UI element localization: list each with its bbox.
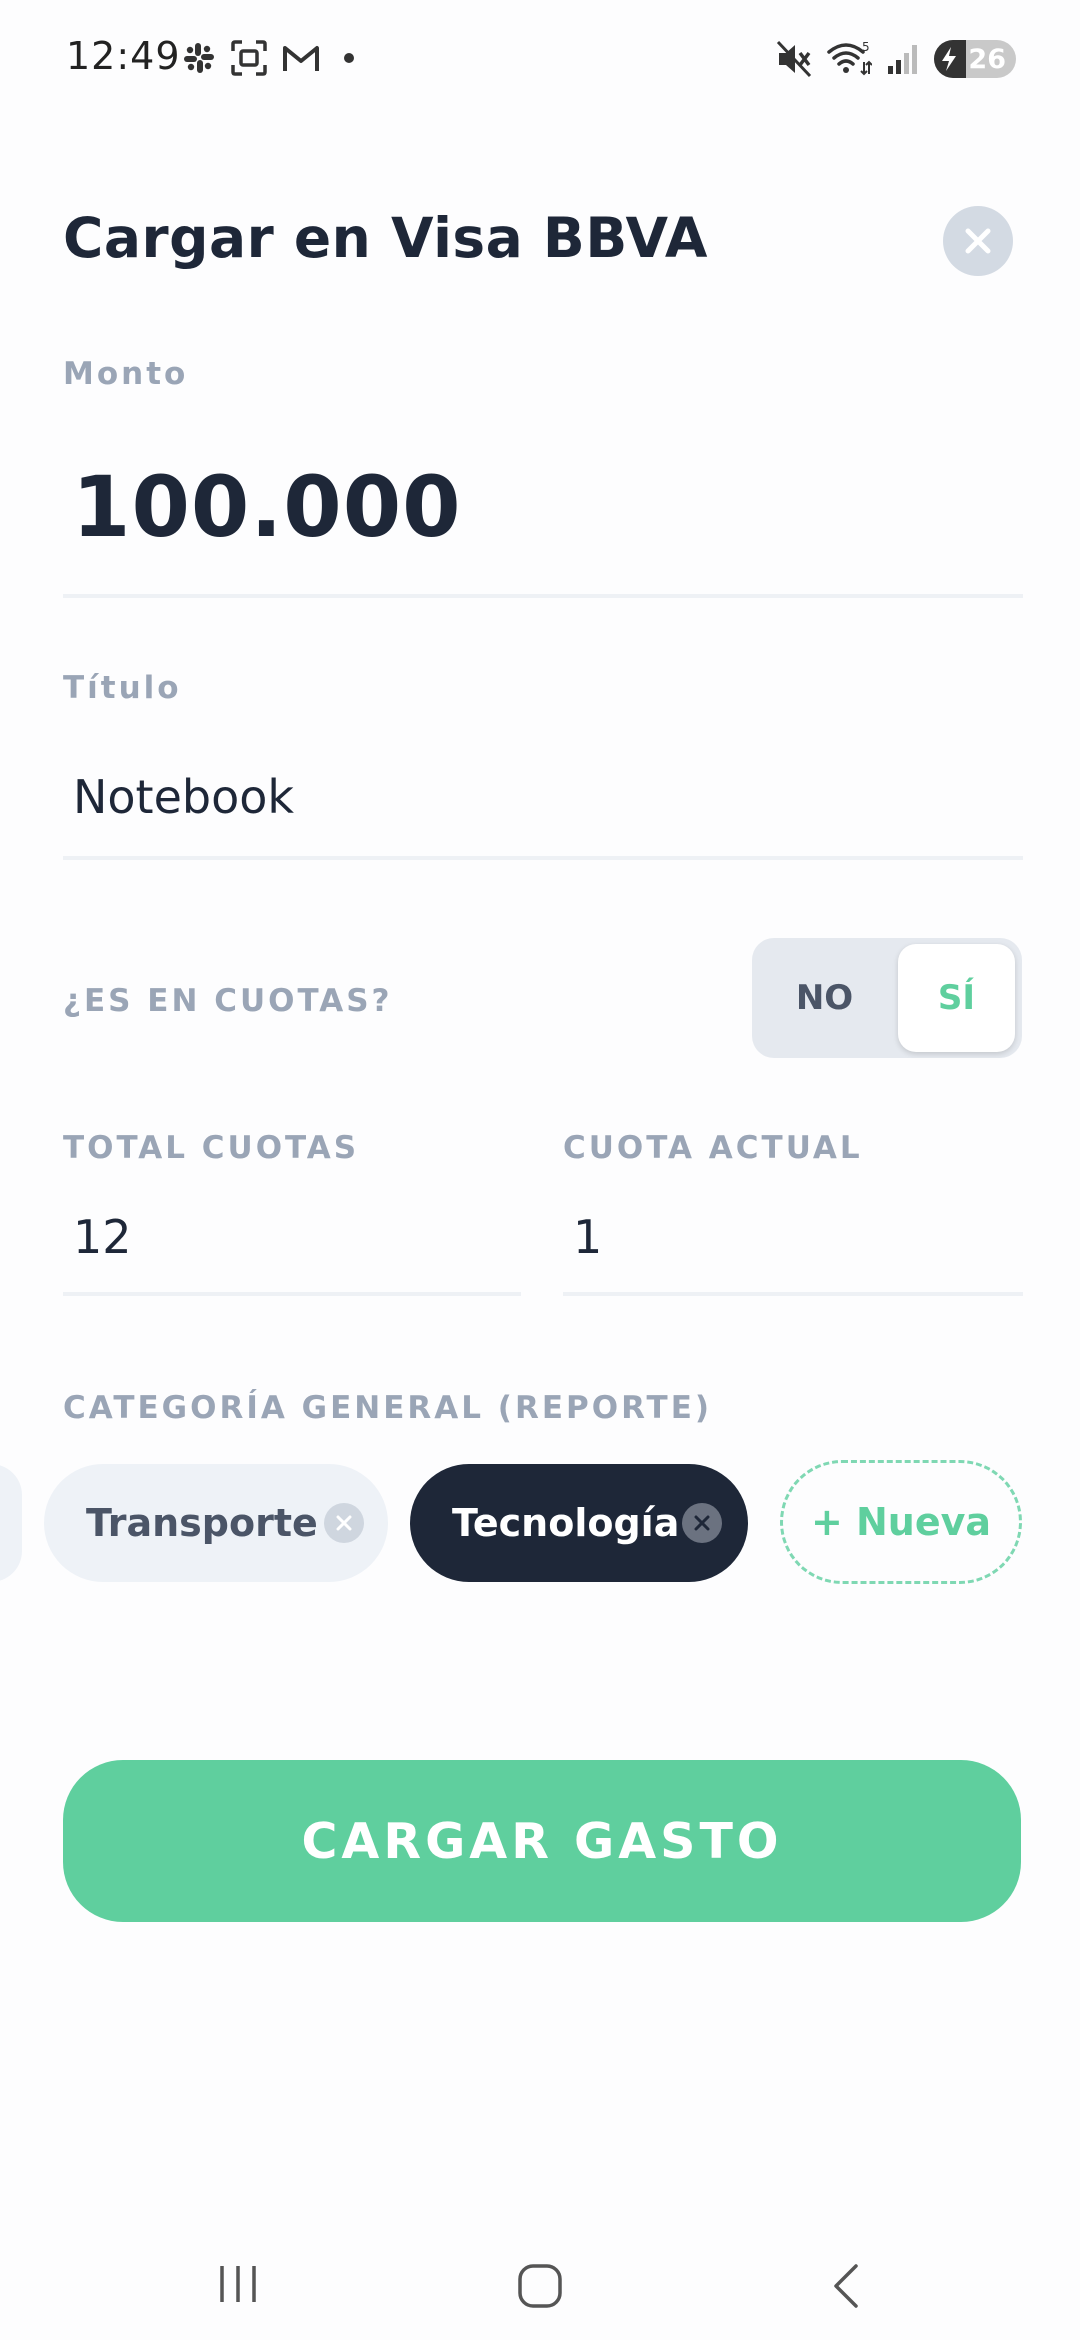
page-title: Cargar en Visa BBVA [63,206,708,270]
amount-label: Monto [63,356,189,392]
current-installment-underline [563,1292,1023,1296]
battery-level: 26 [968,43,1006,75]
total-installments-input[interactable]: 12 [73,1210,132,1264]
status-bar: 12:49 5 26 [0,0,1080,118]
toggle-yes-option[interactable]: SÍ [898,944,1015,1052]
gmail-icon [283,46,319,71]
close-button[interactable] [943,206,1013,276]
category-chip-transporte[interactable]: Transporte [44,1464,388,1582]
total-installments-label: TOTAL CUOTAS [63,1130,360,1166]
chip-remove-button[interactable] [324,1503,364,1543]
current-installment-label: CUOTA ACTUAL [563,1130,863,1166]
amount-input[interactable]: 100.000 [72,458,462,556]
installments-toggle[interactable]: NO SÍ [752,938,1022,1058]
wifi-icon: 5 [827,40,872,76]
mute-icon [776,40,812,78]
navigation-bar [0,2220,1080,2340]
category-chip-label: Transporte [86,1501,318,1545]
battery-icon: 26 [934,40,1016,78]
installments-question: ¿ES EN CUOTAS? [63,983,393,1019]
category-chip-tecnologia[interactable]: Tecnología [410,1464,748,1582]
close-icon [336,1515,352,1531]
amount-underline [63,594,1023,598]
home-icon[interactable] [516,2262,564,2310]
toggle-no-option[interactable]: NO [752,938,897,1058]
total-installments-underline [63,1292,521,1296]
category-chip-partial[interactable] [0,1464,22,1582]
submit-expense-button[interactable]: CARGAR GASTO [63,1760,1021,1922]
recents-icon[interactable] [216,2262,260,2306]
slack-icon [184,43,214,73]
close-icon [694,1515,710,1531]
new-category-button[interactable]: + Nueva [780,1460,1022,1584]
category-chip-label: Tecnología [452,1501,680,1545]
title-label: Título [63,670,182,706]
current-installment-input[interactable]: 1 [573,1210,602,1264]
title-underline [63,856,1023,860]
status-time: 12:49 [66,34,181,78]
close-icon [965,228,991,254]
screenshot-icon [231,40,267,76]
title-input[interactable]: Notebook [73,770,294,824]
svg-text:5: 5 [862,40,870,54]
system-icons: 5 26 [776,38,1016,80]
chip-remove-button[interactable] [682,1503,722,1543]
signal-icon [888,45,917,74]
dot-icon [344,53,354,63]
notification-icons [182,38,354,78]
back-icon[interactable] [826,2262,866,2310]
category-label: CATEGORÍA GENERAL (REPORTE) [63,1390,713,1426]
